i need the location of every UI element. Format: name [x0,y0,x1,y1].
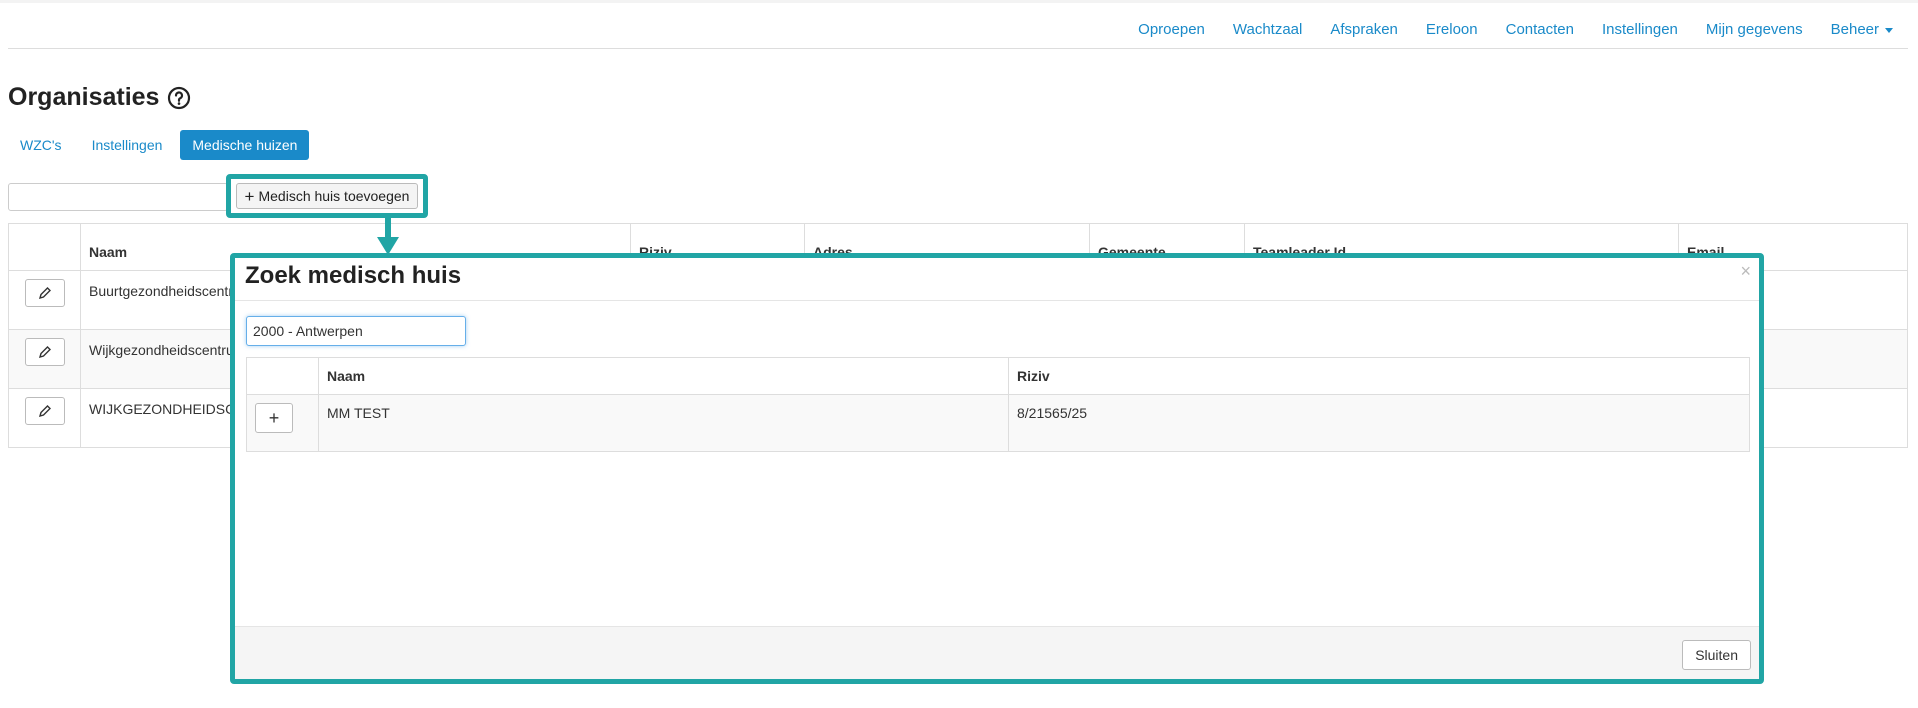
modal-title: Zoek medisch huis [245,262,462,289]
close-icon[interactable]: × [1740,261,1751,282]
page-title: Organisaties [8,83,160,111]
plus-icon: + [244,186,255,206]
nav-beheer-label: Beheer [1830,21,1879,38]
arrow-down-icon [377,217,399,255]
nav-afspraken[interactable]: Afspraken [1330,21,1398,38]
modal-footer: Sluiten [235,626,1759,679]
nav-beheer-dropdown[interactable]: Beheer [1831,21,1893,38]
nav-contacten[interactable]: Contacten [1506,21,1574,38]
plus-icon: + [268,407,280,428]
nav-links: Oproepen Wachtzaal Afspraken Ereloon Con… [1138,21,1893,38]
search-medisch-huis-modal: Zoek medisch huis × Naam Riziv + MM TEST… [230,253,1764,684]
add-result-button[interactable]: + [255,403,293,433]
filter-input[interactable] [8,183,228,211]
edit-button[interactable] [25,338,65,366]
results-header-row: Naam Riziv [246,357,1750,395]
tab-medische-huizen[interactable]: Medische huizen [180,130,310,160]
nav-instellingen[interactable]: Instellingen [1602,21,1678,38]
results-header-naam: Naam [318,357,1009,395]
help-icon[interactable] [167,86,191,110]
top-navigation: Oproepen Wachtzaal Afspraken Ereloon Con… [8,0,1908,49]
pencil-icon [38,346,51,359]
results-header-riziv: Riziv [1008,357,1750,395]
nav-oproepen[interactable]: Oproepen [1138,21,1205,38]
search-results-table: Naam Riziv + MM TEST 8/21565/25 [246,357,1750,452]
tab-bar: WZC's Instellingen Medische huizen [8,130,310,160]
pencil-icon [38,405,51,418]
col-header-actions [8,223,81,271]
close-button[interactable]: Sluiten [1682,640,1751,670]
modal-divider [235,300,1759,301]
add-medisch-huis-button[interactable]: + Medisch huis toevoegen [236,183,418,209]
nav-ereloon[interactable]: Ereloon [1426,21,1478,38]
caret-down-icon [1885,27,1893,33]
result-name: MM TEST [318,394,1009,452]
result-riziv: 8/21565/25 [1008,394,1750,452]
highlight-frame: + Medisch huis toevoegen [226,174,428,218]
pencil-icon [38,287,51,300]
search-input[interactable] [246,316,466,346]
page-title-row: Organisaties [8,83,191,112]
results-header-actions [246,357,319,395]
add-button-label: Medisch huis toevoegen [258,188,410,204]
edit-button[interactable] [25,279,65,307]
nav-mijn-gegevens[interactable]: Mijn gegevens [1706,21,1803,38]
edit-button[interactable] [25,397,65,425]
tab-instellingen[interactable]: Instellingen [80,130,175,160]
tab-wzc[interactable]: WZC's [8,130,74,160]
table-row: + MM TEST 8/21565/25 [246,394,1750,452]
nav-wachtzaal[interactable]: Wachtzaal [1233,21,1302,38]
